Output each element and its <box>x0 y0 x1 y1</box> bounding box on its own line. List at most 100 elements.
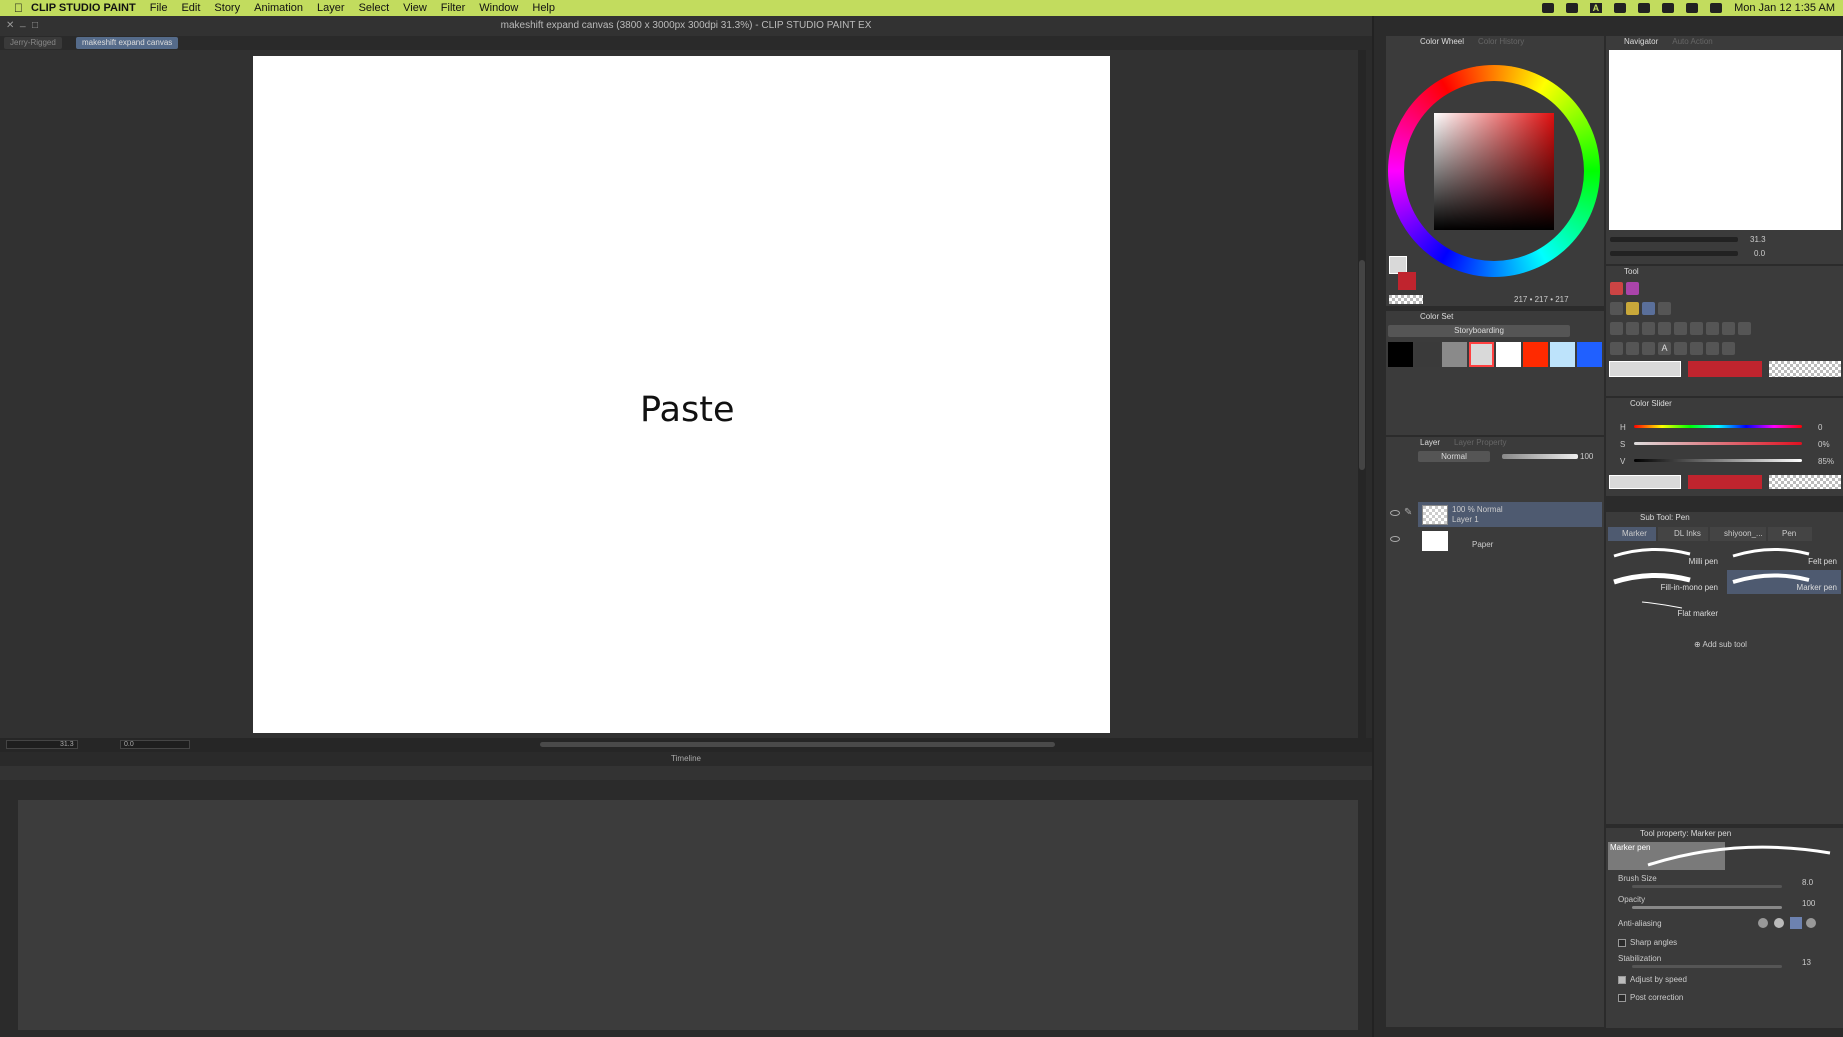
magic-wand-tool-icon[interactable] <box>1738 322 1751 335</box>
maximize-window-icon[interactable]: □ <box>32 16 38 36</box>
brush-marker-pen[interactable]: Marker pen <box>1727 570 1841 594</box>
subtool-tab-pen[interactable]: Pen <box>1768 527 1812 541</box>
clock[interactable]: Mon Jan 12 1:35 AM <box>1734 2 1835 14</box>
canvas-vertical-scrollbar[interactable] <box>1358 50 1366 738</box>
layer-row-layer-1[interactable]: 100 % Normal Layer 1 <box>1418 502 1602 527</box>
dropbox-icon[interactable] <box>1541 3 1554 13</box>
menu-window[interactable]: Window <box>479 2 518 14</box>
color-swatch[interactable] <box>1442 342 1467 367</box>
pen-tool-icon[interactable] <box>1626 302 1639 315</box>
marker-tool-icon[interactable] <box>1642 302 1655 315</box>
menu-layer[interactable]: Layer <box>317 2 345 14</box>
menu-edit[interactable]: Edit <box>181 2 200 14</box>
brush-milli-pen[interactable]: Milli pen <box>1608 544 1722 568</box>
tab-makeshift-expand-canvas[interactable]: makeshift expand canvas <box>76 37 179 49</box>
subtool-tab-dl-inks[interactable]: DL Inks <box>1658 527 1708 541</box>
layer-tabs[interactable]: Layer Layer Property <box>1386 437 1506 449</box>
opacity-slider[interactable] <box>1632 906 1782 909</box>
palette-tool-icon[interactable] <box>1610 282 1623 295</box>
opacity-value[interactable]: 100 <box>1802 899 1815 908</box>
slider-transparent-color[interactable] <box>1769 475 1841 489</box>
pencil-tool-icon[interactable] <box>1658 302 1671 315</box>
hue-slider[interactable] <box>1634 425 1802 428</box>
minimize-window-icon[interactable]: _ <box>20 13 26 33</box>
angle-field[interactable]: 0.0 <box>120 740 190 749</box>
color-swatch[interactable] <box>1496 342 1521 367</box>
sub-color-swatch[interactable] <box>1398 272 1416 290</box>
color-swatch[interactable] <box>1523 342 1548 367</box>
color-set-dropdown[interactable]: Storyboarding <box>1388 325 1570 337</box>
post-correction-checkbox[interactable] <box>1618 994 1626 1002</box>
gradient-tool-icon[interactable] <box>1642 322 1655 335</box>
blend-tool-icon[interactable] <box>1626 322 1639 335</box>
brush-fill-in-mono-pen[interactable]: Fill-in-mono pen <box>1608 570 1722 594</box>
move-tool-icon[interactable] <box>1722 322 1735 335</box>
value-slider[interactable] <box>1634 459 1802 462</box>
saturation-value[interactable]: 0% <box>1818 440 1830 449</box>
color-swatch[interactable] <box>1550 342 1575 367</box>
text-tool-icon[interactable]: A <box>1658 342 1671 355</box>
subtool-tab-marker[interactable]: Marker <box>1608 527 1656 541</box>
navigator-zoom-slider[interactable] <box>1610 237 1738 242</box>
lasso-tool-icon[interactable] <box>1690 322 1703 335</box>
slider-main-color[interactable] <box>1609 475 1681 489</box>
menu-select[interactable]: Select <box>359 2 390 14</box>
color-swatch[interactable] <box>1577 342 1602 367</box>
color-swatch[interactable] <box>1388 342 1413 367</box>
transparent-color-swatch[interactable] <box>1389 295 1423 304</box>
timeline-track-area[interactable] <box>18 800 1358 1030</box>
menu-view[interactable]: View <box>403 2 427 14</box>
navigator-preview[interactable] <box>1609 50 1841 230</box>
selection-tool-icon[interactable] <box>1674 322 1687 335</box>
balloon-tool-icon[interactable] <box>1706 342 1719 355</box>
app-menu[interactable]: CLIP STUDIO PAINT <box>31 2 136 14</box>
brush-size-slider[interactable] <box>1632 885 1782 888</box>
adjust-by-speed-checkbox[interactable] <box>1618 976 1626 984</box>
frame-tool-icon[interactable] <box>1626 342 1639 355</box>
input-source-icon[interactable]: A <box>1589 3 1603 13</box>
close-window-icon[interactable]: ✕ <box>6 16 14 36</box>
ruler-tool-icon[interactable] <box>1642 342 1655 355</box>
main-color-bar[interactable] <box>1609 361 1681 377</box>
navigator-angle-slider[interactable] <box>1610 251 1738 256</box>
menu-file[interactable]: File <box>150 2 168 14</box>
color-wheel-tabs[interactable]: Color Wheel Color History <box>1386 36 1604 48</box>
tab-jerry-rigged[interactable]: Jerry-Rigged <box>4 37 62 49</box>
menu-story[interactable]: Story <box>214 2 240 14</box>
sub-color-bar[interactable] <box>1688 361 1762 377</box>
add-sub-tool-button[interactable]: ⊕ Add sub tool <box>1694 640 1747 649</box>
figure-tool-icon[interactable] <box>1674 342 1687 355</box>
headphones-icon[interactable] <box>1638 3 1651 13</box>
anti-aliasing-selector[interactable] <box>1758 917 1818 929</box>
blend-mode-dropdown[interactable]: Normal <box>1418 451 1490 462</box>
bluetooth-icon[interactable] <box>1662 3 1675 13</box>
color-swatch[interactable] <box>1415 342 1440 367</box>
eraser-tool-icon[interactable] <box>1610 302 1623 315</box>
visibility-eye-icon[interactable] <box>1390 536 1400 542</box>
layer-opacity-slider[interactable] <box>1502 454 1578 459</box>
correct-line-tool-icon[interactable] <box>1722 342 1735 355</box>
saturation-value-square[interactable] <box>1434 113 1554 230</box>
value-value[interactable]: 85% <box>1818 457 1834 466</box>
fill-tool-icon[interactable] <box>1610 322 1623 335</box>
zoom-field[interactable]: 31.3 <box>6 740 78 749</box>
grid-tool-icon[interactable] <box>1690 342 1703 355</box>
menu-animation[interactable]: Animation <box>254 2 303 14</box>
brush-felt-pen[interactable]: Felt pen <box>1727 544 1841 568</box>
brush-flat-marker[interactable]: Flat marker <box>1608 596 1722 620</box>
zoom-tool-icon[interactable] <box>1658 322 1671 335</box>
layer-opacity-value[interactable]: 100 <box>1580 452 1593 461</box>
panel-divider[interactable] <box>1372 16 1374 1037</box>
wifi-icon[interactable] <box>1686 3 1699 13</box>
canvas-horizontal-scrollbar[interactable] <box>540 742 1055 747</box>
sharp-angles-checkbox[interactable] <box>1618 939 1626 947</box>
transparent-color-bar[interactable] <box>1769 361 1841 377</box>
saturation-slider[interactable] <box>1634 442 1802 445</box>
brush-tool-icon[interactable] <box>1626 282 1639 295</box>
color-swatch[interactable] <box>1469 342 1494 367</box>
layer-row-paper[interactable]: Paper <box>1418 528 1602 553</box>
eyedropper-tool-icon[interactable] <box>1706 322 1719 335</box>
cast-icon[interactable] <box>1614 3 1627 13</box>
operation-tool-icon[interactable] <box>1610 342 1623 355</box>
visibility-eye-icon[interactable] <box>1390 510 1400 516</box>
